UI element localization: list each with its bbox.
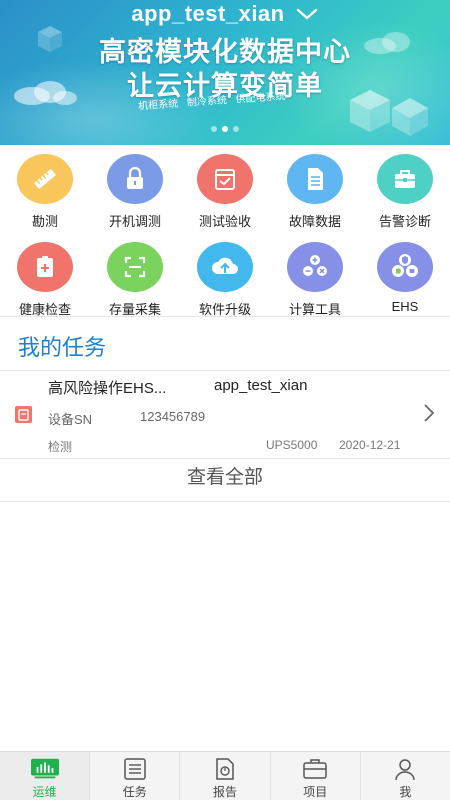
- toolbox-icon: [377, 154, 433, 204]
- carousel-dot[interactable]: [211, 126, 217, 132]
- task-list-icon: [121, 757, 149, 781]
- banner-system-label: 供配电系统: [235, 91, 286, 106]
- calendar-check-icon: [197, 154, 253, 204]
- grid-item-ehs[interactable]: EHS: [360, 238, 450, 326]
- nav-item-tasks[interactable]: 任务: [89, 752, 179, 800]
- task-date: 2020-12-21: [339, 438, 401, 452]
- grid-item-label: 测试验收: [198, 214, 251, 229]
- nav-label: 运维: [32, 785, 57, 799]
- grid-item-label: 勘测: [31, 214, 58, 229]
- banner-system-label: 制冷系统: [186, 95, 228, 109]
- task-flag-icon: [15, 406, 32, 423]
- nav-label: 项目: [303, 785, 328, 799]
- task-title: 高风险操作EHS...: [48, 380, 167, 397]
- medical-kit-icon: [17, 242, 73, 292]
- nav-label: 报告: [213, 785, 238, 799]
- grid-item-software-upgrade[interactable]: 软件升级: [180, 238, 270, 326]
- nav-label: 任务: [122, 785, 147, 799]
- divider: [0, 458, 450, 459]
- cloud-upload-icon: [197, 242, 253, 292]
- task-model: UPS5000: [266, 438, 318, 452]
- grid-item-label: 开机调测: [108, 214, 161, 229]
- ops-chart-icon: [30, 757, 59, 781]
- grid-row: 健康检查 存量采集 软件升级 计算工具 EHS: [0, 238, 450, 326]
- banner-title-row[interactable]: app_test_xian: [0, 0, 450, 28]
- task-card[interactable]: 高风险操作EHS... app_test_xian 设备SN 123456789…: [0, 372, 450, 458]
- project-icon: [301, 757, 329, 781]
- grid-item-fault-data[interactable]: 故障数据: [270, 150, 360, 238]
- calculator-icon: [287, 242, 343, 292]
- function-grid: 勘测 开机调测 测试验收 故障数据 告警诊断 健康检查 存量采集 软件升级 计算…: [0, 150, 450, 326]
- carousel-dot-active[interactable]: [222, 126, 228, 132]
- nav-item-ops[interactable]: 运维: [0, 752, 90, 800]
- bottom-nav: 运维 任务 报告 项目 我: [0, 751, 450, 800]
- banner[interactable]: app_test_xian 高密模块化数据中心 让云计算变简单 机柜系统 制冷系…: [0, 0, 450, 145]
- grid-item-label: 告警诊断: [378, 214, 431, 229]
- grid-row: 勘测 开机调测 测试验收 故障数据 告警诊断: [0, 150, 450, 238]
- ruler-icon: [17, 154, 73, 204]
- divider: [0, 370, 450, 371]
- account-title: app_test_xian: [131, 1, 285, 26]
- nav-item-projects[interactable]: 项目: [269, 752, 360, 800]
- divider: [0, 316, 450, 317]
- view-all-button[interactable]: 查看全部: [0, 460, 450, 500]
- nav-item-reports[interactable]: 报告: [179, 752, 269, 800]
- task-user: app_test_xian: [214, 377, 308, 394]
- grid-item-acceptance[interactable]: 测试验收: [180, 150, 270, 238]
- section-title-my-tasks: 我的任务: [18, 335, 107, 360]
- grid-item-health-check[interactable]: 健康检查: [0, 238, 90, 326]
- document-list-icon: [287, 154, 343, 204]
- grid-item-alarm-diagnosis[interactable]: 告警诊断: [360, 150, 450, 238]
- ehs-shield-icon: [377, 242, 433, 292]
- grid-item-label: 故障数据: [288, 214, 341, 229]
- grid-item-survey[interactable]: 勘测: [0, 150, 90, 238]
- task-type: 检测: [48, 440, 73, 454]
- chevron-down-icon[interactable]: [295, 6, 319, 22]
- chevron-right-icon[interactable]: [422, 402, 436, 424]
- task-sn-label: 设备SN: [48, 412, 93, 427]
- task-sn-value: 123456789: [140, 409, 206, 424]
- scan-frame-icon: [107, 242, 163, 292]
- divider: [0, 501, 450, 502]
- grid-item-commissioning[interactable]: 开机调测: [90, 150, 180, 238]
- lock-icon: [107, 154, 163, 204]
- report-icon: [211, 757, 239, 781]
- nav-label: 我: [399, 785, 412, 799]
- grid-item-label: EHS: [391, 299, 419, 314]
- grid-item-calculator[interactable]: 计算工具: [270, 238, 360, 326]
- carousel-indicator: [0, 126, 450, 132]
- nav-item-me[interactable]: 我: [359, 752, 450, 800]
- grid-item-inventory-collection[interactable]: 存量采集: [90, 238, 180, 326]
- carousel-dot[interactable]: [233, 126, 239, 132]
- banner-system-label: 机柜系统: [137, 98, 179, 113]
- user-icon: [391, 757, 419, 781]
